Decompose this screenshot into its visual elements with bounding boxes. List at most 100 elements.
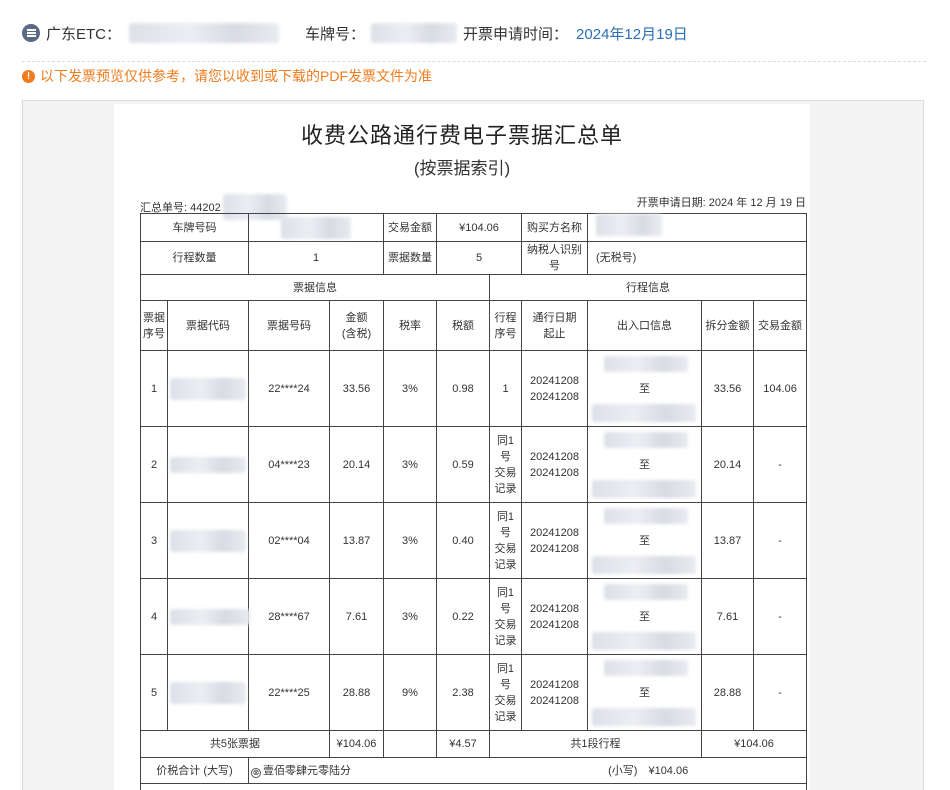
etc-account-redacted (129, 23, 280, 43)
ticket-seq: 5 (140, 654, 168, 731)
ticket-code-redacted (170, 608, 250, 625)
ticket-number: 22****25 (248, 654, 330, 731)
trip-count-value-cell: 1 (248, 241, 384, 275)
ticket-number: 28****67 (248, 578, 330, 655)
total-value: ⊗ 壹佰零肆元零陆分 (小写) ¥104.06 (247, 757, 808, 784)
amount: 7.61 (329, 578, 384, 655)
exit-redacted (592, 707, 697, 726)
entry-redacted (604, 583, 689, 600)
sum-tickets: 共5张票据 (140, 730, 330, 758)
header-bar: 广东ETC： 车牌号： 开票申请时间： 2024年12月19日 (22, 18, 926, 48)
divider (22, 61, 926, 62)
sum-rate-empty (383, 730, 437, 758)
buyer-value-redacted (596, 214, 663, 236)
total-lower-value: ¥104.06 (648, 764, 689, 777)
col-pass-date: 通行日期 起止 (521, 300, 589, 351)
table-row: 3 02****04 13.87 3% 0.40 同1号 交易 记录 2024120… (140, 502, 808, 579)
ticket-seq: 2 (140, 426, 168, 503)
split-amount: 13.87 (701, 502, 755, 579)
pass-date: 20241208 20241208 (521, 578, 589, 655)
tax-amount: 0.59 (436, 426, 490, 503)
trade-amount: - (753, 502, 808, 579)
invoice-table: 车牌号码 交易金额 ¥104.06 购买方名称 行程数量 1 票据数量 5 纳税… (139, 213, 808, 790)
entry-redacted (604, 355, 689, 372)
amount-label-cell: 交易金额 (383, 213, 437, 242)
entry-redacted (604, 507, 689, 524)
ticket-code (167, 350, 249, 427)
entry-exit: 至 (587, 654, 703, 731)
entry-exit: 至 (587, 426, 703, 503)
col-ticket-number: 票据号码 (248, 300, 330, 351)
ticket-code-redacted (170, 681, 246, 704)
total-upper: 壹佰零肆元零陆分 (263, 764, 351, 777)
amount: 20.14 (329, 426, 384, 503)
col-tax-rate: 税率 (383, 300, 437, 351)
ticket-seq: 4 (140, 578, 168, 655)
split-amount: 28.88 (701, 654, 755, 731)
list-icon (22, 24, 40, 42)
plate-label: 车牌号： (305, 25, 366, 43)
tax-amount: 0.22 (436, 578, 490, 655)
col-split-amount: 拆分金额 (701, 300, 755, 351)
buyer-value-cell (587, 213, 808, 242)
table-row: 4 28****67 7.61 3% 0.22 同1号 交易 记录 20241208… (140, 578, 808, 655)
trip-info-header: 行程信息 (488, 274, 808, 301)
ticket-info-header: 票据信息 (140, 274, 490, 301)
tax-rate: 3% (383, 502, 437, 579)
tax-amount: 0.40 (436, 502, 490, 579)
tax-amount: 0.98 (436, 350, 490, 427)
trip-seq: 同1号 交易 记录 (488, 502, 523, 579)
col-ticket-seq: 票据 序号 (140, 300, 168, 351)
plate-redacted (371, 23, 458, 43)
sum-split: ¥104.06 (701, 730, 808, 758)
trip-seq: 同1号 交易 记录 (488, 654, 523, 731)
invoice-summary-document: 收费公路通行费电子票据汇总单 (按票据索引) 汇总单号: 44202 开票申请日… (114, 104, 810, 790)
col-entry-exit: 出入口信息 (587, 300, 703, 351)
table-row: 5 22****25 28.88 9% 2.38 同1号 交易 记录 2024120… (140, 654, 808, 731)
plate-value-cell (248, 213, 384, 242)
split-amount: 33.56 (701, 350, 755, 427)
remarks-row (139, 783, 808, 790)
trade-amount: - (753, 654, 808, 731)
document-title: 收费公路通行费电子票据汇总单 (300, 123, 623, 148)
ticket-code (167, 426, 249, 503)
section-row: 票据信息 行程信息 (140, 274, 808, 301)
ticket-count-value-cell: 5 (435, 241, 523, 275)
entry-exit: 至 (587, 502, 703, 579)
amount-value-cell: ¥104.06 (435, 213, 523, 242)
pass-date: 20241208 20241208 (521, 350, 589, 427)
buyer-label-cell: 购买方名称 (521, 213, 589, 242)
apply-time-value: 2024年12月19日 (576, 25, 688, 43)
ticket-code (167, 578, 250, 655)
entry-exit: 至 (587, 578, 703, 655)
col-amount: 金额 (含税) (329, 300, 384, 351)
total-label: 价税合计 (大写) (140, 757, 249, 784)
table-row: 1 22****24 33.56 3% 0.98 1 20241208 20241… (140, 350, 808, 427)
tax-rate: 3% (383, 578, 437, 655)
tax-amount: 2.38 (436, 654, 490, 731)
sum-row: 共5张票据 ¥104.06 ¥4.57 共1段行程 ¥104.06 (140, 730, 808, 758)
tax-rate: 9% (383, 654, 437, 731)
apply-date: 开票申请日期: 2024 年 12 月 19 日 (636, 197, 806, 209)
trip-count-label-cell: 行程数量 (140, 241, 249, 275)
col-trade-amount: 交易金额 (753, 300, 808, 351)
amount: 28.88 (329, 654, 384, 731)
ticket-seq: 1 (140, 350, 168, 427)
ticket-code-redacted (170, 456, 246, 473)
ticket-number: 02****04 (248, 502, 330, 579)
plate-row: 车牌号码 交易金额 ¥104.06 购买方名称 (140, 213, 808, 242)
col-ticket-code: 票据代码 (167, 300, 249, 351)
column-header-row: 票据 序号 票据代码 票据号码 金额 (含税) 税率 税额 行程 序号 通行日期 起止 … (140, 300, 808, 351)
entry-exit: 至 (587, 350, 703, 427)
exit-redacted (592, 403, 697, 422)
notice-text: 以下发票预览仅供参考，请您以收到或下载的PDF发票文件为准 (40, 68, 432, 84)
trip-seq: 1 (488, 350, 523, 427)
trade-amount: - (753, 578, 808, 655)
ticket-number: 22****24 (248, 350, 330, 427)
sum-tax: ¥4.57 (436, 730, 490, 758)
cancel-circle-icon: ⊗ (251, 767, 261, 778)
ticket-number: 04****23 (248, 426, 330, 503)
entry-redacted (604, 431, 689, 448)
etc-label: 广东ETC： (46, 25, 122, 43)
taxpayer-value-cell: (无税号) (587, 241, 808, 275)
